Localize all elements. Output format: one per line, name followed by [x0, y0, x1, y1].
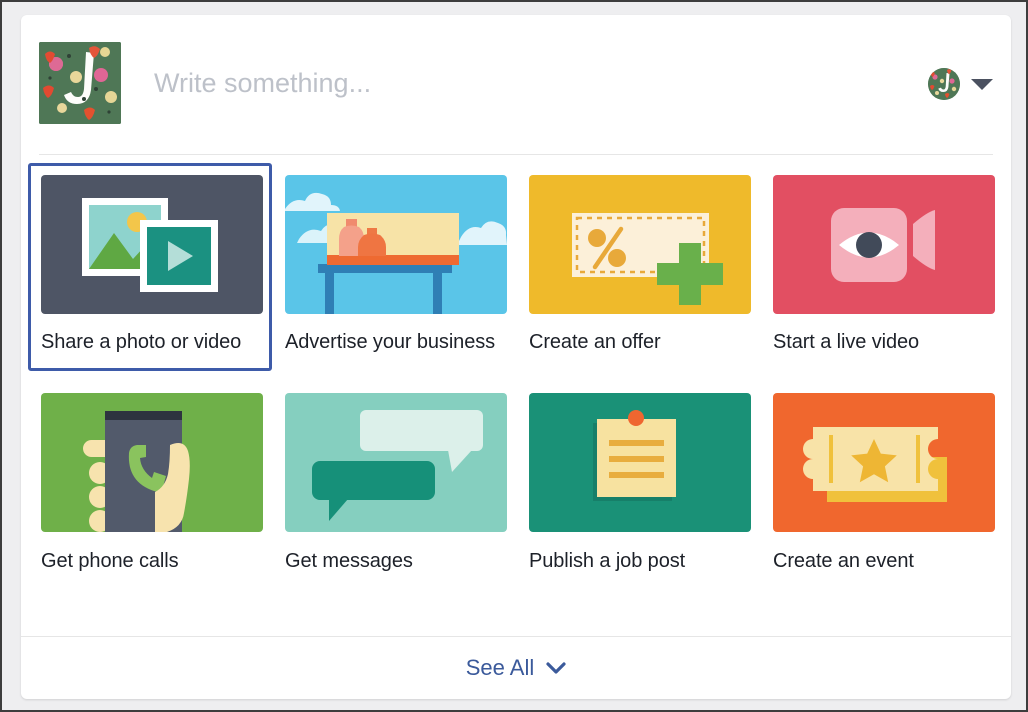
hand-phone-icon — [83, 411, 190, 532]
photo-video-icon — [82, 198, 218, 292]
job-post-thumbnail — [529, 393, 751, 532]
tile-label: Create an event — [773, 550, 914, 572]
tile-start-a-live-video[interactable]: Start a live video — [760, 163, 1004, 371]
composer-header — [21, 15, 1011, 143]
post-type-grid: Share a photo or video Advertise your bu… — [21, 163, 1011, 590]
tile-create-an-offer[interactable]: Create an offer — [516, 163, 760, 371]
page-avatar — [39, 42, 121, 124]
billboard-thumbnail — [285, 175, 507, 314]
phone-calls-thumbnail — [41, 393, 263, 532]
tile-get-phone-calls[interactable]: Get phone calls — [28, 381, 272, 590]
offer-thumbnail — [529, 175, 751, 314]
speech-bubbles-icon — [312, 410, 483, 521]
tile-publish-a-job-post[interactable]: Publish a job post — [516, 381, 760, 590]
billboard-icon — [285, 192, 507, 314]
tile-advertise-your-business[interactable]: Advertise your business — [272, 163, 516, 371]
event-thumbnail — [773, 393, 995, 532]
tile-share-photo-or-video[interactable]: Share a photo or video — [28, 163, 272, 371]
tile-label: Publish a job post — [529, 550, 686, 572]
messages-thumbnail — [285, 393, 507, 532]
live-video-thumbnail — [773, 175, 995, 314]
chevron-down-icon — [971, 78, 993, 90]
see-all-button[interactable]: See All — [21, 637, 1011, 699]
tile-label: Share a photo or video — [41, 331, 242, 353]
ticket-star-icon — [803, 427, 947, 502]
composer-text-input[interactable] — [154, 42, 894, 124]
screenshot-frame: Share a photo or video — [0, 0, 1028, 712]
pinned-note-icon — [593, 410, 676, 501]
composer-divider — [39, 154, 993, 155]
page-avatar-photo — [39, 42, 121, 124]
photo-video-thumbnail — [41, 175, 263, 314]
tile-label: Get messages — [285, 550, 413, 572]
tile-label: Start a live video — [773, 331, 920, 353]
coupon-percent-icon — [572, 213, 723, 305]
audience-selector[interactable] — [928, 68, 993, 100]
live-video-eye-icon — [831, 208, 935, 282]
chevron-down-icon — [546, 661, 566, 674]
tile-label: Create an offer — [529, 331, 661, 353]
see-all-label: See All — [465, 655, 535, 680]
tile-get-messages[interactable]: Get messages — [272, 381, 516, 590]
tile-create-an-event[interactable]: Create an event — [760, 381, 1004, 590]
tile-label: Advertise your business — [285, 331, 496, 353]
audience-avatar — [928, 68, 960, 100]
tile-label: Get phone calls — [41, 550, 179, 572]
page-composer-card: Share a photo or video — [21, 15, 1011, 699]
audience-avatar-photo — [928, 68, 960, 100]
